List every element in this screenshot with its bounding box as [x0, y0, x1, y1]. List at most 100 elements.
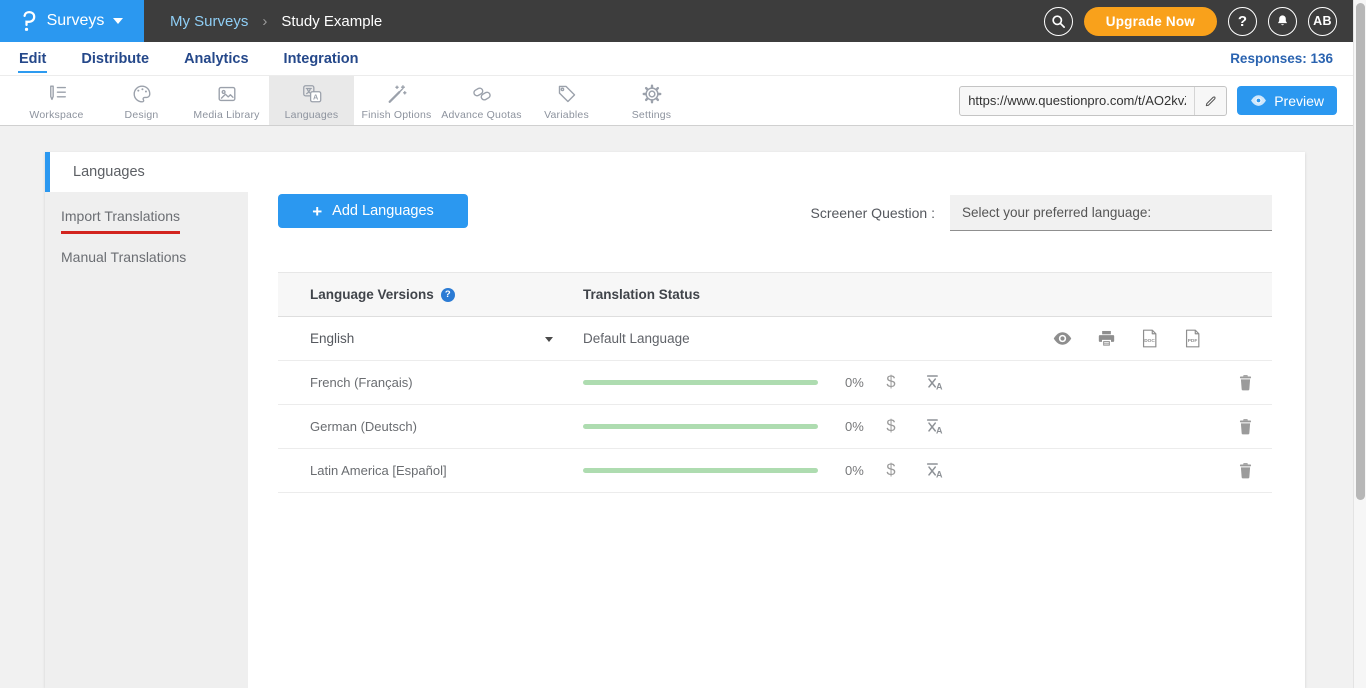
view-icon[interactable]	[1052, 331, 1073, 346]
translation-progress-bar	[583, 380, 818, 385]
finish-options-icon	[386, 83, 408, 105]
panel-header: Languages	[45, 152, 1305, 192]
product-name: Surveys	[47, 12, 105, 30]
sidebar-item-manual-translations[interactable]: Manual Translations	[45, 237, 248, 276]
search-icon	[1051, 14, 1066, 29]
delete-icon[interactable]	[1237, 417, 1254, 436]
questionpro-logo-icon	[21, 9, 38, 34]
doc-file-icon[interactable]: DOC	[1140, 328, 1159, 349]
plus-icon: +	[312, 203, 322, 220]
screener-question-select[interactable]: Select your preferred language:	[950, 195, 1272, 231]
languages-sidebar: Import Translations Manual Translations	[45, 192, 248, 688]
bell-icon	[1275, 13, 1290, 29]
toolbar-item-advance-quotas[interactable]: Advance Quotas	[439, 76, 524, 125]
edit-url-button[interactable]	[1194, 87, 1226, 115]
search-button[interactable]	[1044, 7, 1073, 36]
active-section-accent	[45, 152, 50, 192]
top-bar: Surveys My Surveys › Study Example Upgra…	[0, 0, 1366, 42]
tab-distribute[interactable]: Distribute	[80, 45, 150, 73]
toolbar-item-settings[interactable]: Settings	[609, 76, 694, 125]
gear-icon	[641, 83, 663, 105]
col-language-versions: Language Versions	[310, 287, 434, 302]
toolbar-item-design[interactable]: Design	[99, 76, 184, 125]
languages-panel: Languages Import Translations Manual Tra…	[45, 152, 1305, 688]
eye-icon	[1250, 94, 1267, 107]
svg-text:DOC: DOC	[1144, 338, 1155, 344]
pdf-file-icon[interactable]: PDF	[1183, 328, 1202, 349]
translation-progress-bar	[583, 424, 818, 429]
page-scrollbar	[1353, 0, 1366, 688]
auto-translate-icon[interactable]: A	[925, 417, 944, 436]
survey-tab-bar: Edit Distribute Analytics Integration Re…	[0, 42, 1366, 76]
advance-quotas-icon	[471, 83, 493, 105]
import-translations-label: Import Translations	[61, 208, 180, 234]
svg-text:A: A	[313, 93, 319, 102]
help-icon[interactable]: ?	[441, 288, 455, 302]
table-row-language: French (Français) 0% $ A	[278, 361, 1272, 405]
edit-toolbar: Workspace Design Media Libr	[0, 76, 1366, 126]
chevron-down-icon[interactable]	[545, 337, 553, 342]
tab-analytics[interactable]: Analytics	[183, 45, 249, 73]
svg-text:PDF: PDF	[1188, 338, 1198, 344]
sidebar-item-import-translations[interactable]: Import Translations	[45, 198, 248, 237]
svg-text:A: A	[936, 426, 943, 436]
table-row-language: German (Deutsch) 0% $ A	[278, 405, 1272, 449]
delete-icon[interactable]	[1237, 373, 1254, 392]
print-icon[interactable]	[1097, 329, 1116, 348]
add-languages-button[interactable]: + Add Languages	[278, 194, 468, 228]
design-icon	[131, 83, 153, 105]
languages-icon: A	[301, 83, 323, 105]
upgrade-now-button[interactable]: Upgrade Now	[1084, 7, 1217, 36]
question-mark-icon: ?	[1238, 13, 1247, 30]
product-switcher[interactable]: Surveys	[0, 0, 144, 42]
auto-translate-icon[interactable]: A	[925, 461, 944, 480]
translation-percent: 0%	[845, 419, 869, 434]
toolbar-item-languages[interactable]: A Languages	[269, 76, 354, 125]
survey-url-box	[959, 86, 1227, 116]
translation-progress-bar	[583, 468, 818, 473]
col-translation-status: Translation Status	[583, 287, 700, 302]
toolbar-item-finish-options[interactable]: Finish Options	[354, 76, 439, 125]
help-button[interactable]: ?	[1228, 7, 1257, 36]
breadcrumb-separator: ›	[262, 13, 267, 30]
notifications-button[interactable]	[1268, 7, 1297, 36]
avatar[interactable]: AB	[1308, 7, 1337, 36]
chevron-down-icon	[113, 18, 123, 24]
language-versions-table: Language Versions ? Translation Status E…	[278, 272, 1272, 493]
scrollbar-thumb[interactable]	[1356, 3, 1365, 500]
translation-percent: 0%	[845, 375, 869, 390]
workspace-icon	[46, 83, 68, 105]
svg-text:A: A	[936, 382, 943, 392]
translation-percent: 0%	[845, 463, 869, 478]
default-language-name: English	[310, 331, 354, 346]
language-name: German (Deutsch)	[310, 419, 417, 434]
languages-main: + Add Languages Screener Question : Sele…	[248, 192, 1305, 688]
media-library-icon	[216, 83, 238, 105]
language-name: French (Français)	[310, 375, 413, 390]
variables-icon	[556, 83, 578, 105]
breadcrumb-my-surveys[interactable]: My Surveys	[170, 13, 248, 30]
breadcrumb: My Surveys › Study Example	[170, 13, 382, 30]
delete-icon[interactable]	[1237, 461, 1254, 480]
toolbar-item-media-library[interactable]: Media Library	[184, 76, 269, 125]
responses-count[interactable]: Responses: 136	[1230, 51, 1333, 66]
table-header-row: Language Versions ? Translation Status	[278, 272, 1272, 317]
paid-translation-icon[interactable]: $	[883, 373, 899, 392]
svg-text:A: A	[936, 470, 943, 480]
auto-translate-icon[interactable]: A	[925, 373, 944, 392]
preview-button[interactable]: Preview	[1237, 86, 1337, 115]
toolbar-item-variables[interactable]: Variables	[524, 76, 609, 125]
survey-url-input[interactable]	[960, 87, 1194, 115]
manual-translations-label: Manual Translations	[61, 249, 186, 265]
panel-title: Languages	[73, 164, 145, 180]
toolbar-item-workspace[interactable]: Workspace	[14, 76, 99, 125]
table-row-language: Latin America [Español] 0% $ A	[278, 449, 1272, 493]
paid-translation-icon[interactable]: $	[883, 417, 899, 436]
pencil-icon	[1204, 94, 1218, 108]
breadcrumb-current-survey: Study Example	[281, 13, 382, 30]
tab-edit[interactable]: Edit	[18, 45, 47, 73]
table-row-default-language: English Default Language	[278, 317, 1272, 361]
paid-translation-icon[interactable]: $	[883, 461, 899, 480]
language-name: Latin America [Español]	[310, 463, 447, 478]
tab-integration[interactable]: Integration	[283, 45, 360, 73]
